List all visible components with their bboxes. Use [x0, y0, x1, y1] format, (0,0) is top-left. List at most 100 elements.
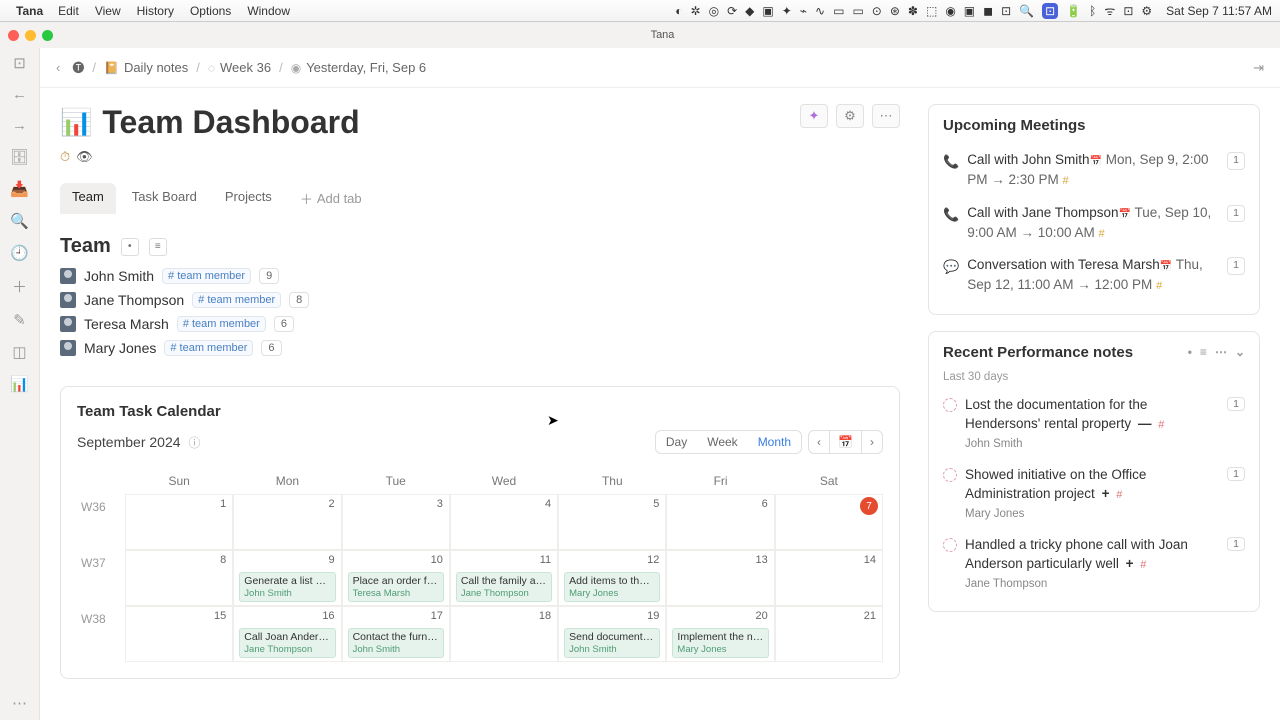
hash-icon[interactable]: #	[1140, 559, 1146, 571]
panel-bullet-icon[interactable]: •	[1188, 345, 1192, 359]
rail-add-icon[interactable]: ＋	[12, 276, 27, 297]
menu-options[interactable]: Options	[183, 4, 238, 18]
hash-icon[interactable]: #	[1116, 489, 1122, 501]
calendar-cell[interactable]: 18	[450, 606, 558, 662]
tray-icon[interactable]: ▭	[852, 4, 863, 18]
tray-icon-active[interactable]: ⊡	[1042, 3, 1058, 19]
hash-icon[interactable]: #	[1158, 419, 1164, 431]
tray-icon[interactable]: 🔍	[1019, 4, 1034, 18]
calendar-event[interactable]: Add items to the weMary Jones	[564, 572, 660, 602]
rail-stats-icon[interactable]: 📊	[10, 375, 29, 393]
rail-archive-icon[interactable]: 🗄	[10, 148, 29, 166]
breadcrumb-daily-notes[interactable]: 📔Daily notes	[104, 60, 188, 75]
hash-icon[interactable]: #	[1062, 175, 1068, 187]
tray-icon[interactable]: ◆	[745, 4, 754, 18]
team-member-tag[interactable]: # team member	[177, 316, 266, 332]
tray-icon[interactable]: ✲	[691, 4, 701, 18]
panel-list-icon[interactable]: ≡	[1200, 345, 1207, 359]
calendar-cell[interactable]: 9Generate a list of poJohn Smith	[233, 550, 341, 606]
calendar-cell[interactable]: 5	[558, 494, 666, 550]
chip-visibility-icon[interactable]: 👁	[76, 149, 93, 165]
menubar-clock[interactable]: Sat Sep 7 11:57 AM	[1166, 4, 1272, 18]
rail-back-icon[interactable]: ←	[12, 86, 27, 103]
rail-forward-icon[interactable]: →	[12, 117, 27, 134]
tray-icon[interactable]: ✽	[908, 4, 918, 18]
rail-history-icon[interactable]: 🕘	[10, 244, 29, 262]
wifi-icon[interactable]: ᯤ	[1104, 2, 1115, 19]
calendar-cell[interactable]: 15	[125, 606, 233, 662]
menu-edit[interactable]: Edit	[51, 4, 86, 18]
tab-projects[interactable]: Projects	[213, 183, 284, 214]
tray-icon[interactable]: ⟳	[727, 4, 737, 18]
calendar-view-week[interactable]: Week	[697, 431, 747, 453]
team-member-tag[interactable]: # team member	[164, 340, 253, 356]
panel-collapse-icon[interactable]: ⌄	[1235, 345, 1245, 359]
hash-icon[interactable]: #	[1099, 228, 1105, 240]
tray-icon[interactable]: ⊛	[890, 4, 900, 18]
team-list-icon[interactable]: ≡	[149, 238, 167, 256]
rail-search-icon[interactable]: 🔍	[10, 212, 29, 230]
calendar-cell[interactable]: 16Call Joan AndersonJane Thompson	[233, 606, 341, 662]
calendar-cell[interactable]: 14	[775, 550, 883, 606]
more-button[interactable]: ⋯	[872, 104, 900, 128]
close-window-button[interactable]	[8, 30, 19, 41]
menu-history[interactable]: History	[130, 4, 181, 18]
tray-icon[interactable]: ⌁	[800, 4, 807, 18]
breadcrumb-back-icon[interactable]: ‹	[52, 60, 64, 75]
tab-team[interactable]: Team	[60, 183, 116, 214]
rail-more-icon[interactable]: ⋯	[12, 694, 27, 712]
breadcrumb-week[interactable]: ◌Week 36	[208, 60, 271, 75]
calendar-event[interactable]: Call Joan AndersonJane Thompson	[239, 628, 335, 658]
meeting-item[interactable]: 💬 Conversation with Teresa Marsh📅 Thu, S…	[943, 249, 1245, 302]
breadcrumb-workspace[interactable]: 🅣	[72, 59, 84, 76]
team-member-row[interactable]: Teresa Marsh # team member 6	[60, 316, 900, 332]
calendar-event[interactable]: Place an order for nTeresa Marsh	[348, 572, 444, 602]
calendar-event[interactable]: Generate a list of poJohn Smith	[239, 572, 335, 602]
tray-icon[interactable]: ▣	[964, 4, 975, 18]
calendar-cell[interactable]: 2	[233, 494, 341, 550]
minimize-window-button[interactable]	[25, 30, 36, 41]
meeting-item[interactable]: 📞 Call with Jane Thompson📅 Tue, Sep 10, …	[943, 197, 1245, 250]
performance-note[interactable]: Lost the documentation for the Henderson…	[943, 389, 1245, 459]
settings-button[interactable]: ⚙	[836, 104, 864, 128]
control-center-icon[interactable]: ⚙	[1141, 4, 1152, 18]
rail-goals-icon[interactable]: ◫	[12, 343, 26, 361]
tab-task-board[interactable]: Task Board	[120, 183, 209, 214]
calendar-cell[interactable]: 4	[450, 494, 558, 550]
calendar-view-month[interactable]: Month	[748, 431, 801, 453]
calendar-cell[interactable]: 13	[666, 550, 774, 606]
tray-icon[interactable]: ◼	[983, 4, 993, 18]
calendar-event[interactable]: Contact the furniturJohn Smith	[348, 628, 444, 658]
team-bullet-icon[interactable]: •	[121, 238, 139, 256]
menu-window[interactable]: Window	[240, 4, 297, 18]
menu-view[interactable]: View	[88, 4, 128, 18]
battery-icon[interactable]: 🔋	[1066, 4, 1081, 18]
meeting-item[interactable]: 📞 Call with John Smith📅 Mon, Sep 9, 2:00…	[943, 144, 1245, 197]
ai-button[interactable]: ✦	[800, 104, 828, 128]
tray-icon[interactable]: ◐	[675, 4, 682, 18]
calendar-cell[interactable]: 21	[775, 606, 883, 662]
tab-add[interactable]: ＋Add tab	[288, 183, 374, 214]
bluetooth-icon[interactable]: ᛒ	[1089, 4, 1096, 18]
calendar-cell[interactable]: 1	[125, 494, 233, 550]
tray-icon[interactable]: ⊙	[872, 4, 882, 18]
calendar-cell[interactable]: 6	[666, 494, 774, 550]
team-member-row[interactable]: John Smith # team member 9	[60, 268, 900, 284]
calendar-cell[interactable]: 10Place an order for nTeresa Marsh	[342, 550, 450, 606]
fullscreen-window-button[interactable]	[42, 30, 53, 41]
rail-edit-icon[interactable]: ✎	[13, 311, 26, 329]
tray-icon[interactable]: ∿	[815, 4, 825, 18]
tray-icon[interactable]: ⬚	[926, 4, 937, 18]
calendar-cell[interactable]: 3	[342, 494, 450, 550]
calendar-cell[interactable]: 11Call the family attorJane Thompson	[450, 550, 558, 606]
rail-home-icon[interactable]: ⊡	[13, 54, 26, 72]
tray-icon[interactable]: ✦	[782, 4, 792, 18]
collapse-sidebar-icon[interactable]: ⇥	[1249, 60, 1268, 76]
performance-note[interactable]: Showed initiative on the Office Administ…	[943, 459, 1245, 529]
calendar-cell[interactable]: 12Add items to the weMary Jones	[558, 550, 666, 606]
breadcrumb-day[interactable]: ◉Yesterday, Fri, Sep 6	[291, 60, 426, 75]
calendar-today-icon[interactable]: 📅	[829, 431, 861, 453]
team-member-tag[interactable]: # team member	[162, 268, 251, 284]
calendar-cell[interactable]: 19Send documents toJohn Smith	[558, 606, 666, 662]
tray-icon[interactable]: ⊡	[1001, 4, 1011, 18]
